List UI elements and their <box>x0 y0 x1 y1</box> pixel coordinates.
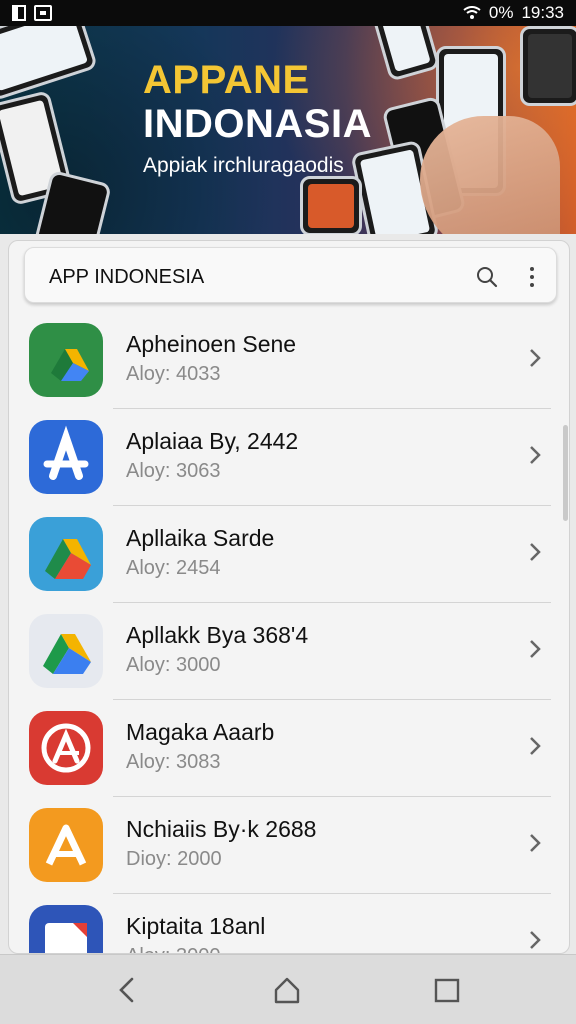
app-list-item[interactable]: Apllaika Sarde Aloy: 2454 <box>9 505 569 603</box>
system-nav-bar <box>0 954 576 1024</box>
search-bar[interactable]: APP INDONESIA <box>24 247 557 303</box>
app-meta: Aloy: 2454 <box>126 557 221 579</box>
chevron-right-icon[interactable] <box>528 638 542 660</box>
app-list-item[interactable]: Nchiaiis By·k 2688 Dioy: 2000 <box>9 796 569 894</box>
chevron-right-icon[interactable] <box>528 347 542 369</box>
chevron-right-icon[interactable] <box>528 444 542 466</box>
orange-a-icon <box>29 808 103 882</box>
app-meta: Aloy: 4033 <box>126 363 221 385</box>
drive-triangle-icon <box>29 614 103 688</box>
app-name: Kiptaita 18anl <box>126 913 266 939</box>
phone-illustration <box>371 26 441 82</box>
search-bar-title: APP INDONESIA <box>49 266 205 288</box>
clock: 19:33 <box>521 3 564 22</box>
hand-illustration <box>420 116 560 234</box>
scrollbar-thumb[interactable] <box>563 425 568 521</box>
banner-title-line2: INDONASIA <box>143 102 372 146</box>
screenshot-icon <box>34 5 52 21</box>
battery-percent: 0% <box>488 3 514 22</box>
app-list-item[interactable]: Aplaiaa By, 2442 Aloy: 3063 <box>9 408 569 506</box>
app-name: Apheinoen Sene <box>126 331 297 357</box>
drive-triangle-icon <box>29 517 103 591</box>
app-list-card: APP INDONESIA Apheinoen Sene Aloy: 4033 <box>8 240 570 954</box>
circle-a-icon <box>29 711 103 785</box>
app-list-item[interactable]: Apllakk Bya 368'4 Aloy: 3000 <box>9 602 569 700</box>
app-name: Magaka Aaarb <box>126 719 275 745</box>
wifi-icon <box>463 6 481 19</box>
chevron-right-icon[interactable] <box>528 929 542 951</box>
promo-banner[interactable]: APPANE INDONASIA Appiak irchluragaodis <box>0 26 576 234</box>
blue-square-icon <box>29 905 103 953</box>
recents-icon[interactable] <box>432 975 462 1005</box>
phone-illustration <box>0 26 99 102</box>
chevron-right-icon[interactable] <box>528 735 542 757</box>
app-list-item[interactable]: Magaka Aaarb Aloy: 3083 <box>9 699 569 797</box>
app-name: Nchiaiis By·k 2688 <box>126 816 317 842</box>
back-icon[interactable] <box>112 975 142 1005</box>
app-name: Apllaika Sarde <box>126 525 275 551</box>
app-meta: Aloy: 3000 <box>126 945 221 953</box>
banner-title: APPANE INDONASIA <box>143 58 372 146</box>
notification-icon <box>12 5 26 21</box>
banner-subtitle: Appiak irchluragaodis <box>143 154 344 177</box>
status-bar: 0% 19:33 <box>0 0 576 26</box>
drive-triangle-icon <box>29 323 103 397</box>
chevron-right-icon[interactable] <box>528 541 542 563</box>
phone-illustration <box>300 176 362 234</box>
app-meta: Aloy: 3000 <box>126 654 221 676</box>
app-meta: Aloy: 3063 <box>126 460 221 482</box>
more-options-icon[interactable] <box>529 266 535 288</box>
home-icon[interactable] <box>272 975 302 1005</box>
app-list-item[interactable]: Kiptaita 18anl Aloy: 3000 <box>9 893 569 953</box>
app-list-item[interactable]: Apheinoen Sene Aloy: 4033 <box>9 311 569 409</box>
app-name: Apllakk Bya 368'4 <box>126 622 309 648</box>
phone-illustration <box>520 26 576 106</box>
search-icon[interactable] <box>476 266 498 288</box>
banner-title-line1: APPANE <box>143 58 310 102</box>
app-meta: Aloy: 3083 <box>126 751 221 773</box>
chevron-right-icon[interactable] <box>528 832 542 854</box>
app-name: Aplaiaa By, 2442 <box>126 428 299 454</box>
app-meta: Dioy: 2000 <box>126 848 222 870</box>
app-store-a-icon <box>29 420 103 494</box>
